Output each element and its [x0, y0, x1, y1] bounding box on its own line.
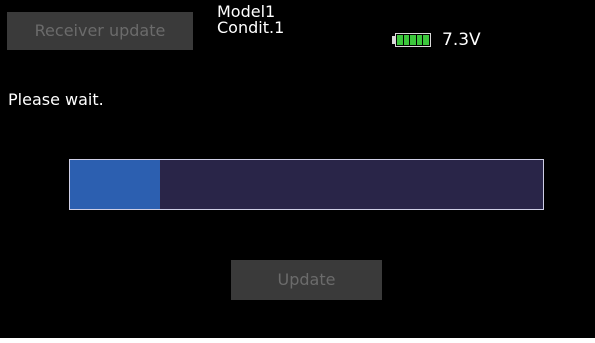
model-info: Model1 Condit.1 — [217, 4, 284, 36]
receiver-update-title-button[interactable]: Receiver update — [7, 12, 193, 50]
battery-icon — [392, 32, 431, 48]
battery-cell — [410, 35, 416, 45]
update-progress-bar — [69, 159, 544, 210]
status-message: Please wait. — [8, 90, 104, 109]
update-progress-fill — [70, 160, 160, 209]
battery-voltage: 7.3V — [442, 30, 481, 50]
battery-cell — [397, 35, 403, 45]
update-button[interactable]: Update — [231, 260, 382, 300]
battery-cell — [416, 35, 423, 45]
battery-cell — [403, 35, 410, 45]
battery-body — [395, 33, 431, 47]
condition-label: Condit.1 — [217, 18, 285, 37]
battery-cell — [423, 35, 429, 45]
transmitter-screen: Receiver update Model1 Condit.1 7.3V Ple… — [0, 0, 595, 338]
